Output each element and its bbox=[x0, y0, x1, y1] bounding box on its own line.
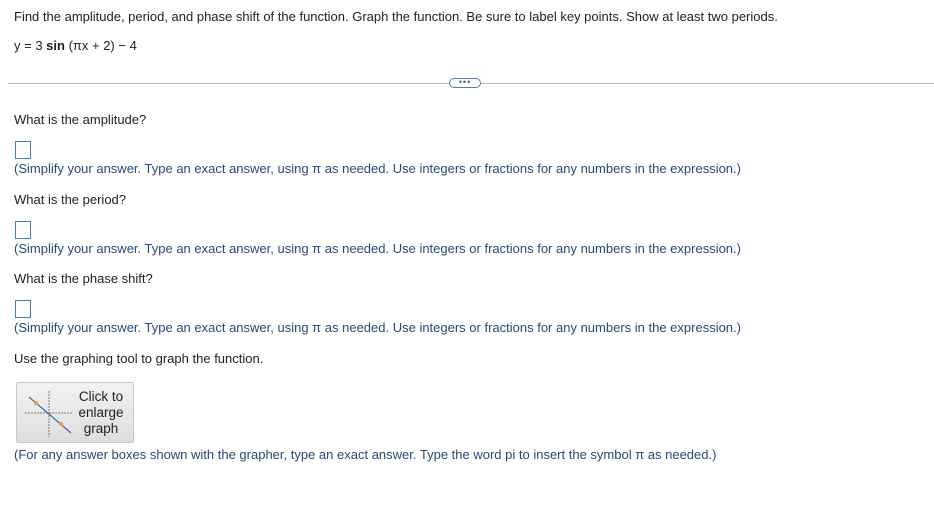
enlarge-graph-label-line3: graph bbox=[83, 421, 119, 436]
graph-prompt: Use the graphing tool to graph the funct… bbox=[14, 351, 264, 366]
enlarge-graph-label-line2: enlarge bbox=[78, 405, 124, 420]
period-answer-input[interactable] bbox=[15, 221, 31, 239]
enlarge-graph-button[interactable]: Click to enlarge graph bbox=[16, 382, 134, 443]
phase-shift-hint: (Simplify your answer. Type an exact ans… bbox=[14, 320, 741, 335]
enlarge-graph-label: Click to enlarge graph bbox=[75, 389, 127, 437]
equation-function: sin bbox=[46, 38, 65, 53]
phase-shift-answer-input[interactable] bbox=[15, 300, 31, 318]
more-options-button[interactable]: ••• bbox=[449, 78, 481, 88]
phase-shift-question: What is the phase shift? bbox=[14, 271, 153, 286]
graph-thumbnail-icon bbox=[25, 391, 73, 437]
period-question: What is the period? bbox=[14, 192, 127, 207]
amplitude-answer-input[interactable] bbox=[15, 141, 31, 159]
problem-instructions: Find the amplitude, period, and phase sh… bbox=[14, 9, 778, 24]
enlarge-graph-label-line1: Click to bbox=[78, 389, 124, 404]
equation-rhs: (πx + 2) − 4 bbox=[64, 38, 137, 53]
amplitude-question: What is the amplitude? bbox=[14, 112, 147, 127]
grapher-hint: (For any answer boxes shown with the gra… bbox=[14, 447, 717, 462]
function-equation: y = 3 sin (πx + 2) − 4 bbox=[14, 38, 137, 53]
amplitude-hint: (Simplify your answer. Type an exact ans… bbox=[14, 161, 741, 176]
equation-lhs: y = 3 bbox=[14, 38, 47, 53]
period-hint: (Simplify your answer. Type an exact ans… bbox=[14, 241, 741, 256]
